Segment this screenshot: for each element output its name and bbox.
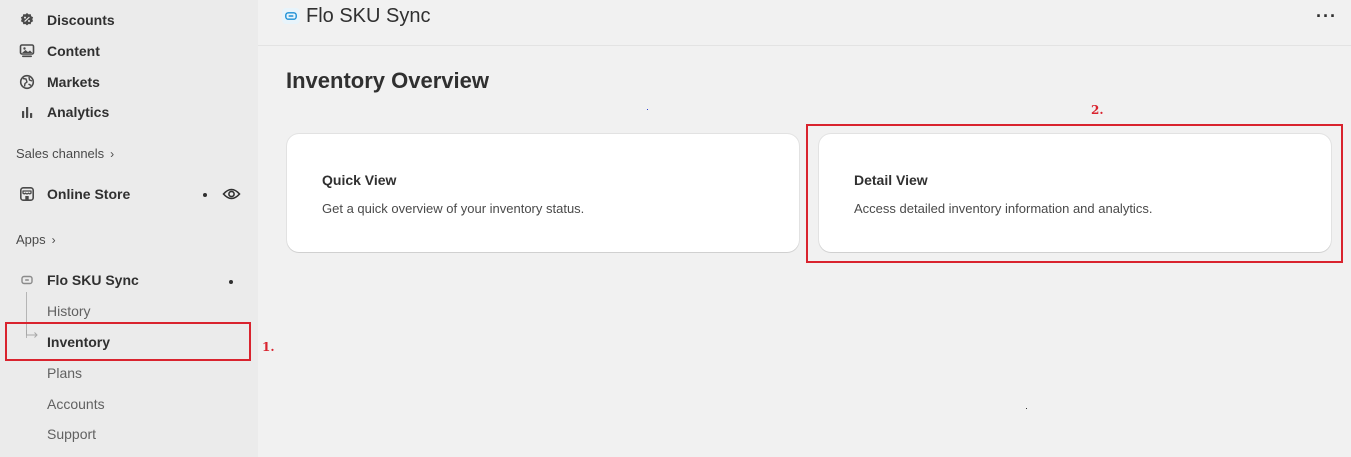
sidebar-item-label: Discounts bbox=[47, 12, 115, 28]
annotation-label-1: 1. bbox=[262, 340, 275, 354]
app-header: Flo SKU Sync ··· bbox=[258, 0, 1351, 46]
sales-channels-label: Sales channels bbox=[16, 146, 105, 161]
annotation-label-2: 2. bbox=[1091, 103, 1104, 117]
app-logo-icon bbox=[282, 8, 300, 24]
chevron-right-icon: › bbox=[110, 146, 115, 161]
more-actions-icon[interactable]: ··· bbox=[1316, 6, 1337, 27]
card-title: Quick View bbox=[322, 172, 397, 188]
sidebar: Discounts Content Markets Analytics Sale… bbox=[0, 0, 258, 457]
bar-chart-icon bbox=[16, 102, 38, 122]
sidebar-item-analytics[interactable]: Analytics bbox=[8, 98, 250, 126]
status-dot bbox=[229, 280, 233, 284]
status-dot bbox=[203, 193, 207, 197]
sidebar-item-label: Content bbox=[47, 43, 100, 59]
sidebar-item-content[interactable]: Content bbox=[8, 37, 250, 65]
sidebar-subitem-support[interactable]: Support bbox=[47, 426, 96, 442]
sidebar-item-label: Analytics bbox=[47, 104, 110, 120]
sidebar-subitem-plans[interactable]: Plans bbox=[47, 365, 82, 381]
annotation-box-2 bbox=[806, 124, 1343, 263]
chevron-right-icon: › bbox=[51, 232, 56, 247]
content-icon bbox=[16, 41, 38, 61]
store-icon bbox=[16, 184, 38, 204]
card-description: Get a quick overview of your inventory s… bbox=[322, 201, 585, 216]
quick-view-card[interactable]: Quick View Get a quick overview of your … bbox=[287, 134, 799, 252]
sidebar-item-label: Markets bbox=[47, 74, 100, 90]
sidebar-subitem-history[interactable]: History bbox=[47, 303, 91, 319]
app-title: Flo SKU Sync bbox=[306, 5, 431, 27]
apps-heading[interactable]: Apps › bbox=[16, 232, 56, 247]
eye-icon[interactable] bbox=[222, 186, 241, 207]
sidebar-item-flo-sku-sync[interactable]: Flo SKU Sync bbox=[8, 266, 250, 294]
sidebar-item-label: Flo SKU Sync bbox=[47, 272, 139, 288]
sales-channels-heading[interactable]: Sales channels › bbox=[16, 146, 114, 161]
discount-icon bbox=[16, 10, 38, 30]
stray-pixel bbox=[647, 109, 648, 110]
sidebar-item-markets[interactable]: Markets bbox=[8, 68, 250, 96]
app-icon bbox=[16, 270, 38, 290]
stray-pixel bbox=[1026, 408, 1027, 409]
sidebar-item-discounts[interactable]: Discounts bbox=[8, 6, 250, 34]
globe-icon bbox=[16, 72, 38, 92]
sidebar-item-label: Online Store bbox=[47, 186, 131, 202]
sidebar-item-online-store[interactable]: Online Store bbox=[8, 180, 250, 208]
page-title: Inventory Overview bbox=[286, 68, 489, 93]
sidebar-subitem-accounts[interactable]: Accounts bbox=[47, 396, 105, 412]
annotation-box-1 bbox=[5, 322, 251, 361]
apps-label: Apps bbox=[16, 232, 46, 247]
